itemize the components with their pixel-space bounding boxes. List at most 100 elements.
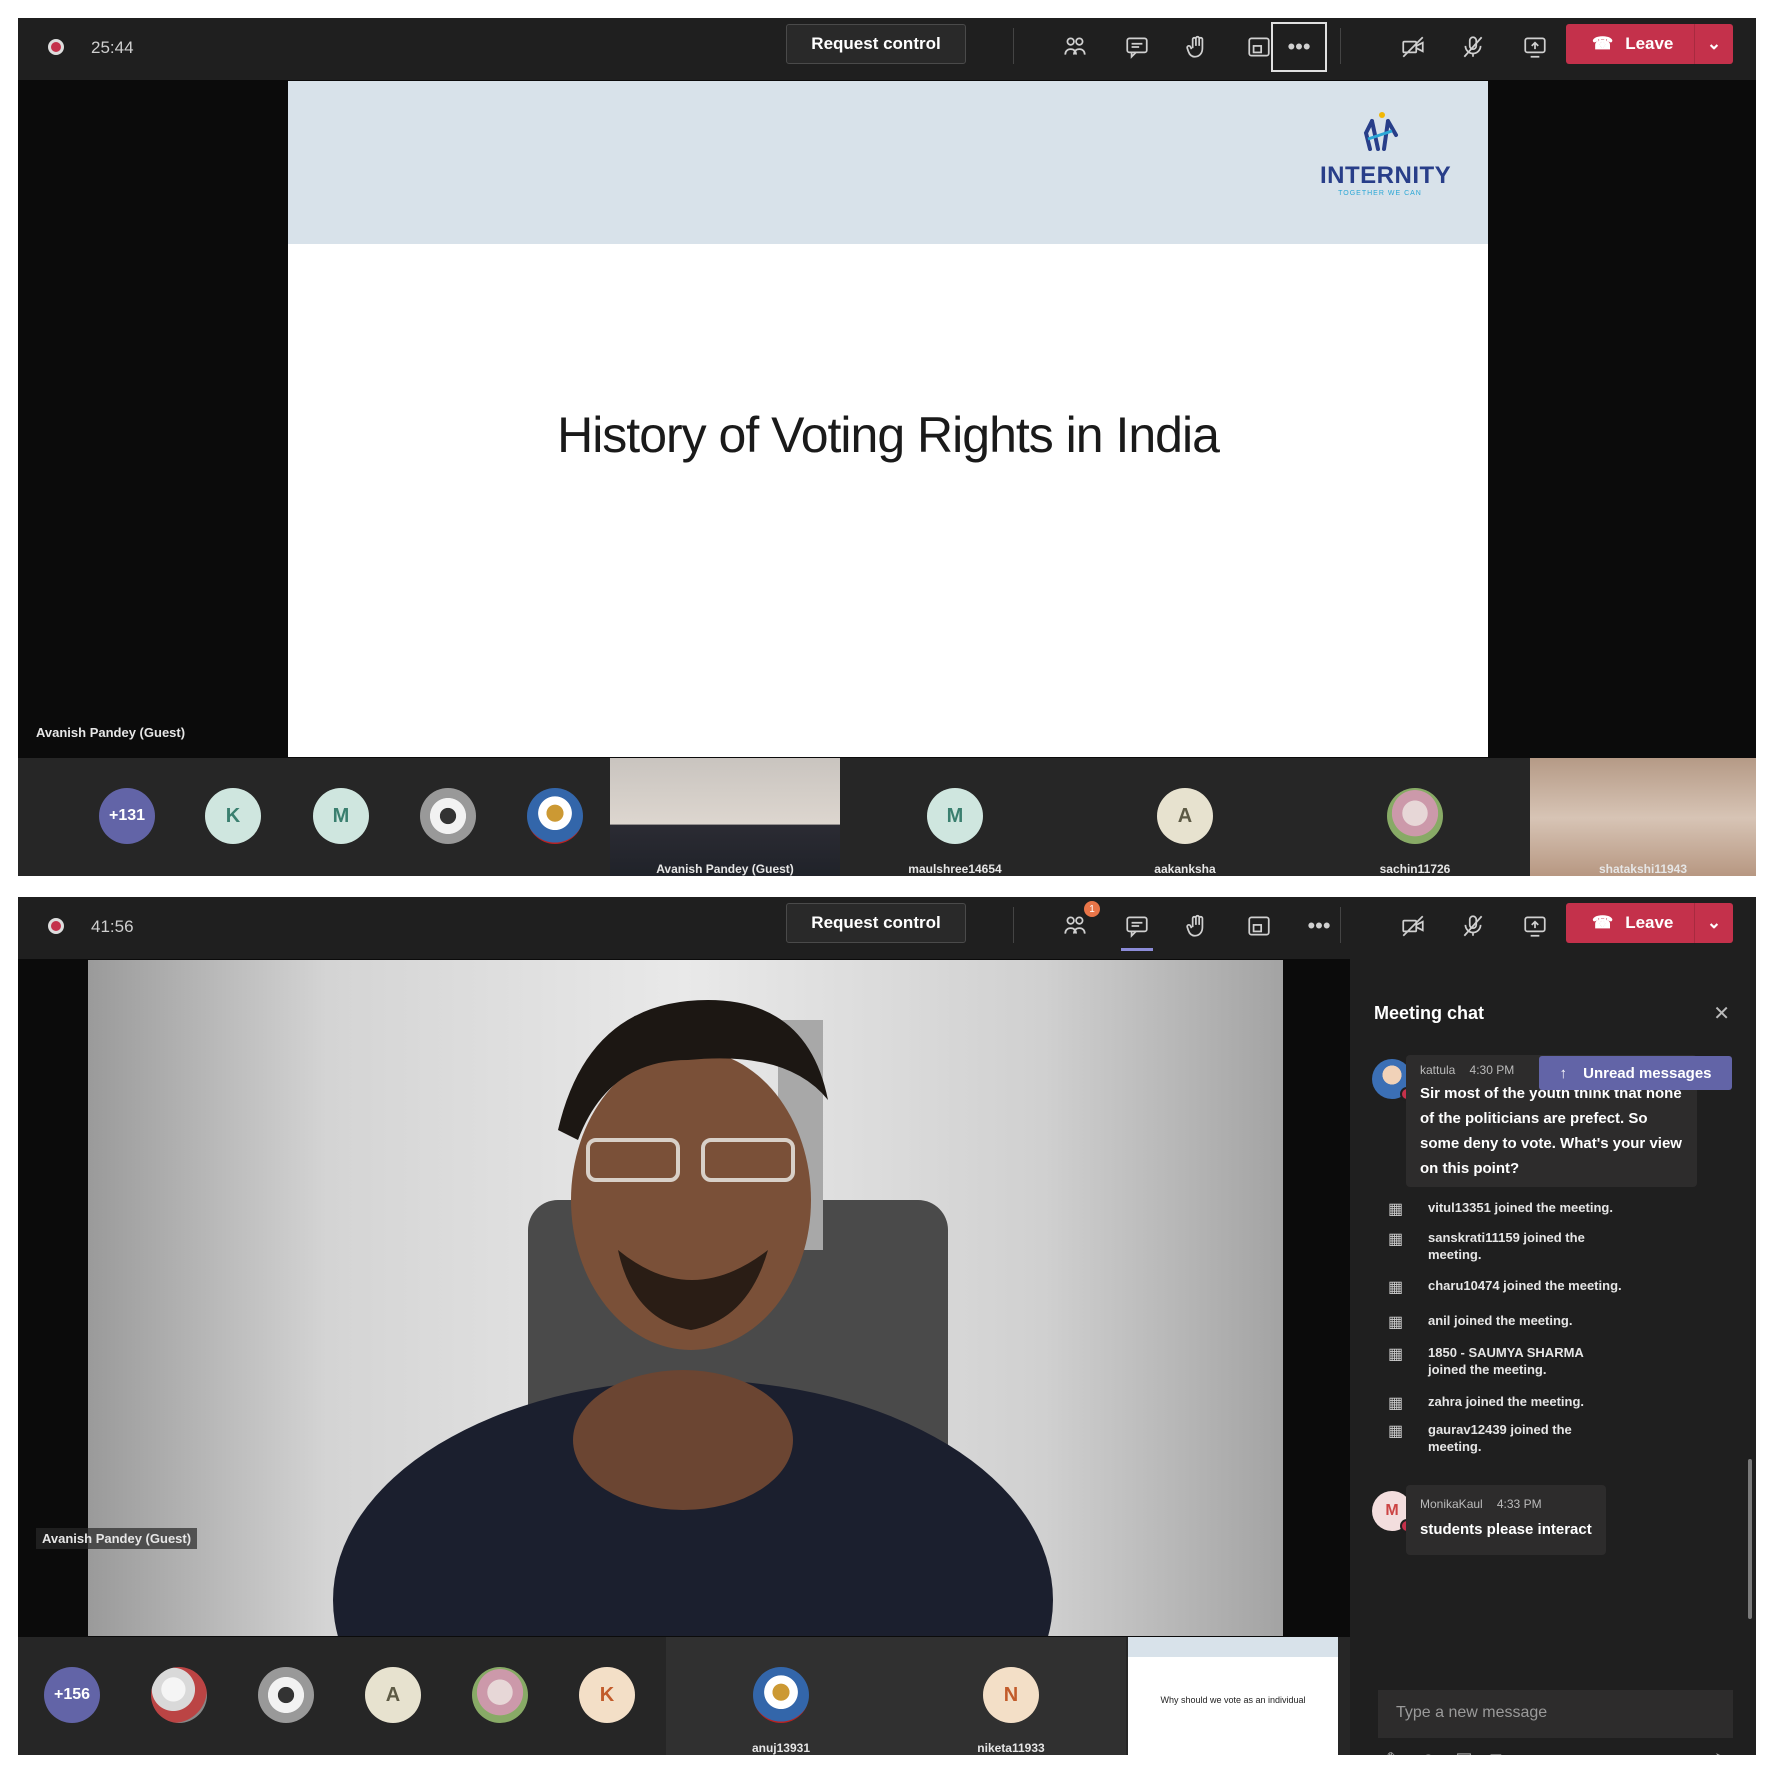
participant-tile[interactable]: sachin11726 [1300, 758, 1530, 876]
meeting-timer: 25:44 [91, 38, 134, 57]
chat-icon[interactable] [1118, 907, 1156, 951]
chat-message-text: students please interact [1420, 1521, 1592, 1538]
system-message-text: zahra joined the meeting. [1428, 1394, 1585, 1409]
participant-tile-label: anuj13931 [751, 1741, 811, 1755]
system-message-text: vitul13351 joined the meeting. [1428, 1200, 1613, 1215]
chevron-down-icon[interactable]: ⌄ [1694, 903, 1733, 943]
toolbar-divider [1013, 907, 1014, 943]
meeting-chat-panel: Meeting chat ✕ kattula 4:30 PM Sir most … [1350, 959, 1756, 1755]
chat-message-text: Sir most of the youth think that none of… [1420, 1085, 1682, 1177]
meeting-toolbar: 25:44 Request control ••• ☎ Leave ⌄ [18, 18, 1756, 80]
send-icon[interactable]: ➤ [1714, 1747, 1732, 1755]
system-message: ▦ sanskrati11159 joined the meeting. [1388, 1229, 1708, 1263]
join-icon: ▦ [1388, 1423, 1404, 1440]
more-participants-button[interactable]: +131 [99, 788, 155, 844]
system-message: ▦ anil joined the meeting. [1388, 1312, 1708, 1334]
chat-avatar-initial: M [1385, 1502, 1399, 1519]
emoji-icon[interactable]: ☺ [1419, 1749, 1437, 1755]
participant-photo-avatar [1387, 788, 1443, 844]
close-icon[interactable]: ✕ [1713, 1001, 1730, 1026]
chat-author: kattula [1420, 1063, 1456, 1077]
meeting-toolbar: 41:56 Request control 1 ••• ☎ Leave ⌄ [18, 897, 1756, 959]
video-tile[interactable]: shatakshi11943 [1530, 758, 1756, 876]
system-message: ▦ charu10474 joined the meeting. [1388, 1277, 1708, 1299]
participant-photo-avatar[interactable] [420, 788, 476, 844]
system-message: ▦ 1850 - SAUMYA SHARMA joined the meetin… [1388, 1344, 1708, 1378]
mic-off-icon[interactable] [1454, 28, 1492, 66]
participant-photo-avatar[interactable] [151, 1667, 207, 1723]
participant-avatar: A [1157, 788, 1213, 844]
participant-tile[interactable]: anuj13931 [666, 1637, 896, 1755]
participant-avatar[interactable]: K [579, 1667, 635, 1723]
participant-tile[interactable]: N niketa11933 [896, 1637, 1126, 1755]
recording-icon [48, 918, 64, 934]
chat-author: MonikaKaul [1420, 1497, 1483, 1511]
more-options-icon[interactable]: ••• [1271, 22, 1327, 72]
participant-photo-avatar[interactable] [527, 788, 583, 844]
chat-scrollbar[interactable] [1748, 1459, 1752, 1619]
participant-photo-avatar[interactable] [258, 1667, 314, 1723]
participant-tile-label: sachin11726 [1379, 862, 1451, 876]
chevron-down-icon[interactable]: ⌄ [1694, 24, 1733, 64]
system-message: ▦ gaurav12439 joined the meeting. [1388, 1421, 1708, 1455]
system-message-text: charu10474 joined the meeting. [1428, 1278, 1622, 1293]
recording-icon [48, 39, 64, 55]
share-screen-icon[interactable] [1516, 28, 1554, 66]
leave-label: Leave [1625, 34, 1674, 53]
leave-button[interactable]: ☎ Leave ⌄ [1566, 24, 1733, 64]
participant-photo-avatar[interactable] [472, 1667, 528, 1723]
phone-hangup-icon: ☎ [1592, 913, 1614, 932]
system-message-text: gaurav12439 joined the meeting. [1428, 1422, 1572, 1454]
participant-avatar: N [983, 1667, 1039, 1723]
gif-icon[interactable]: ▣ [1455, 1749, 1472, 1755]
presenter-label: Avanish Pandey (Guest) [36, 725, 186, 740]
participant-strip: +156 A K anuj13931 N niketa11933 Why sho… [18, 1637, 1350, 1755]
chat-icon[interactable] [1118, 28, 1156, 66]
join-icon: ▦ [1388, 1395, 1404, 1412]
participant-avatar[interactable]: K [205, 788, 261, 844]
join-icon: ▦ [1388, 1346, 1404, 1363]
slide-header: INTERNITY TOGETHER WE CAN [288, 81, 1488, 244]
video-tile-label: shatakshi11943 [1598, 862, 1688, 876]
participants-icon[interactable] [1056, 28, 1094, 66]
system-message-text: sanskrati11159 joined the meeting. [1428, 1230, 1585, 1262]
share-screen-icon[interactable] [1516, 907, 1554, 945]
participant-tile[interactable]: A aakanksha [1070, 758, 1300, 876]
sticker-icon[interactable]: □ [1491, 1749, 1502, 1755]
leave-button[interactable]: ☎ Leave ⌄ [1566, 903, 1733, 943]
participant-avatar[interactable]: A [365, 1667, 421, 1723]
camera-off-icon[interactable] [1394, 907, 1432, 945]
format-icon[interactable]: ✎ [1386, 1749, 1401, 1755]
participant-avatar[interactable]: M [313, 788, 369, 844]
more-participants-button[interactable]: +156 [44, 1667, 100, 1723]
unread-messages-button[interactable]: ↑ Unread messages [1539, 1056, 1732, 1090]
join-icon: ▦ [1388, 1279, 1404, 1296]
internity-logo: INTERNITY TOGETHER WE CAN [1320, 109, 1451, 197]
system-message: ▦ vitul13351 joined the meeting. [1388, 1199, 1708, 1221]
raise-hand-icon[interactable] [1178, 907, 1216, 945]
phone-hangup-icon: ☎ [1592, 34, 1614, 53]
chat-time: 4:30 PM [1469, 1063, 1515, 1077]
join-icon: ▦ [1388, 1231, 1404, 1248]
message-compose-input[interactable] [1378, 1690, 1733, 1738]
raise-hand-icon[interactable] [1178, 28, 1216, 66]
presenter-label: Avanish Pandey (Guest) [36, 1528, 198, 1549]
video-tile[interactable]: Avanish Pandey (Guest) [610, 758, 840, 876]
chat-title: Meeting chat [1374, 1003, 1485, 1023]
compose-toolbar: ✎ ☺ ▣ □ [1386, 1749, 1501, 1755]
chat-time: 4:33 PM [1496, 1497, 1542, 1511]
request-control-button[interactable]: Request control [786, 903, 966, 943]
mic-off-icon[interactable] [1454, 907, 1492, 945]
more-options-icon[interactable]: ••• [1300, 907, 1338, 945]
camera-off-icon[interactable] [1394, 28, 1432, 66]
participant-tile[interactable]: M maulshree14654 [840, 758, 1070, 876]
shared-slide-thumbnail[interactable]: Why should we vote as an individual [1128, 1637, 1338, 1755]
toolbar-divider [1340, 28, 1341, 64]
request-control-button[interactable]: Request control [786, 24, 966, 64]
video-tile-label: Avanish Pandey (Guest) [656, 862, 794, 876]
participant-tile-label: aakanksha [1154, 862, 1216, 876]
participants-icon[interactable]: 1 [1056, 901, 1100, 945]
rooms-icon[interactable] [1240, 907, 1278, 945]
active-tab-indicator [1121, 948, 1153, 951]
meeting-screenshot-1: 25:44 Request control ••• ☎ Leave ⌄ INTE… [18, 18, 1756, 876]
